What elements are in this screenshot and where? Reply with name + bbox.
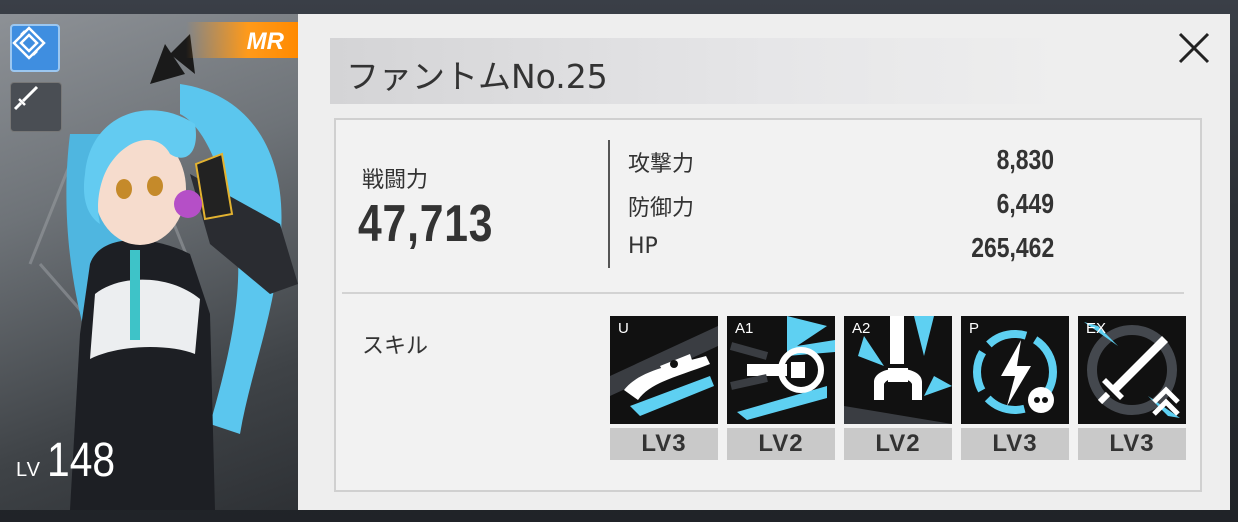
skill-level: LV3 <box>610 428 718 460</box>
close-button[interactable] <box>1176 30 1212 66</box>
skill-code: U <box>618 320 629 337</box>
close-icon <box>1178 32 1210 64</box>
section-divider <box>342 292 1184 294</box>
skill-level: LV3 <box>1078 428 1186 460</box>
combat-power-label: 戦闘力 <box>362 168 429 193</box>
skill-icon-frame: A2 <box>844 316 952 424</box>
skill-code: P <box>969 320 980 337</box>
stat-row-defense: 防御力 6,449 <box>628 188 1054 224</box>
skill-icon-frame: A1 <box>727 316 835 424</box>
character-name: ファントムNo.25 <box>346 57 608 96</box>
stats-box: 戦闘力 47,713 攻撃力 8,830 防御力 6,449 HP 265,46… <box>334 118 1202 492</box>
skill-level: LV2 <box>844 428 952 460</box>
skill-ex[interactable]: EX LV3 <box>1078 316 1186 460</box>
stat-row-attack: 攻撃力 8,830 <box>628 144 1054 180</box>
skill-icon-frame: P <box>961 316 1069 424</box>
level-value: 148 <box>46 434 116 487</box>
skill-level: LV3 <box>961 428 1069 460</box>
diamond-emblem-icon <box>12 26 46 60</box>
stat-name: 攻撃力 <box>628 152 695 177</box>
stat-row-hp: HP 265,462 <box>628 232 1054 268</box>
skill-code: EX <box>1086 320 1107 337</box>
skill-a1[interactable]: A1 LV2 <box>727 316 835 460</box>
skills-label: スキル <box>362 334 429 359</box>
stat-name: 防御力 <box>628 196 695 221</box>
sword-icon <box>13 85 39 111</box>
class-emblem[interactable] <box>10 24 60 72</box>
skill-a2[interactable]: A2 LV2 <box>844 316 952 460</box>
skill-icon-frame: EX <box>1078 316 1186 424</box>
weapon-type[interactable] <box>10 82 62 132</box>
character-level: LV 148 <box>16 433 127 488</box>
skill-u[interactable]: U LV3 <box>610 316 718 460</box>
combat-power-value: 47,713 <box>358 195 494 253</box>
skill-level: LV2 <box>727 428 835 460</box>
skill-code: A2 <box>852 320 871 337</box>
title-bar: ファントムNo.25 <box>330 38 1066 104</box>
stat-value: 8,830 <box>996 144 1054 175</box>
stats-divider <box>608 140 610 268</box>
stat-name: HP <box>628 234 658 259</box>
skill-p[interactable]: P LV3 <box>961 316 1069 460</box>
skill-code: A1 <box>735 320 754 337</box>
skill-icon-frame: U <box>610 316 718 424</box>
level-label: LV <box>16 459 41 481</box>
rank-badge: MR <box>186 22 298 58</box>
rank-label: MR <box>246 28 284 55</box>
stat-value: 265,462 <box>971 232 1054 263</box>
stat-value: 6,449 <box>996 188 1054 219</box>
character-info-panel: ファントムNo.25 戦闘力 47,713 攻撃力 8,830 防御力 6,44… <box>298 14 1230 510</box>
character-portrait: MR LV 148 <box>0 14 298 510</box>
